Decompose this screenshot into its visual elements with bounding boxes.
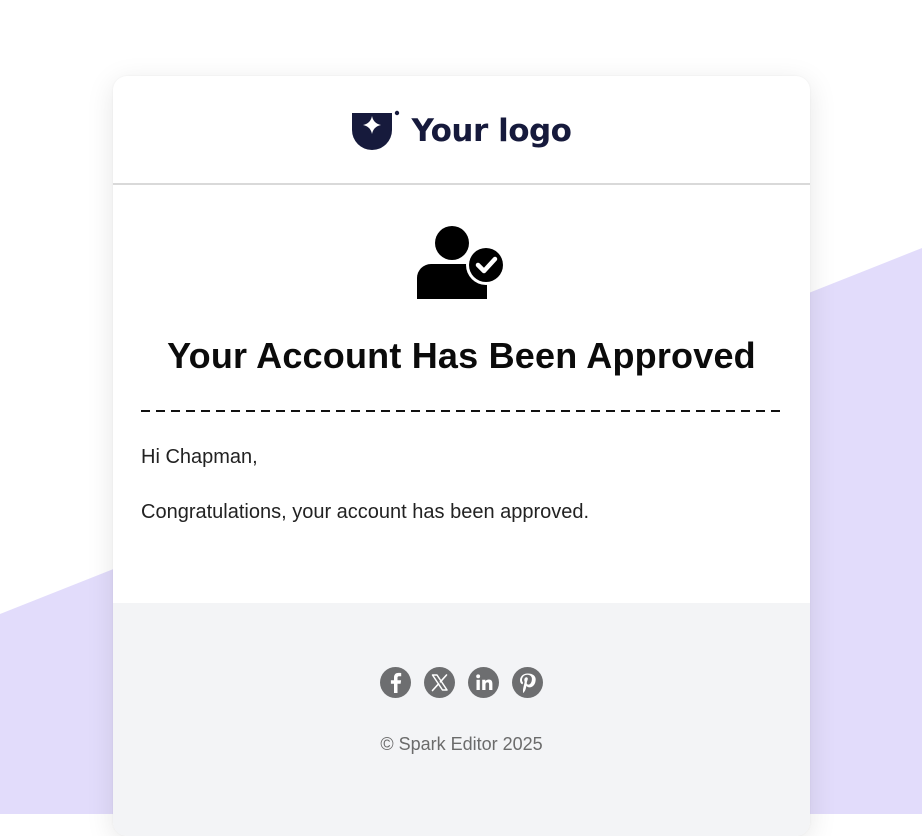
social-links	[113, 667, 810, 698]
message-text: Congratulations, your account has been a…	[141, 501, 590, 523]
pinterest-icon[interactable]	[512, 667, 543, 698]
email-body: Your Account Has Been Approved Hi Chapma…	[113, 185, 810, 603]
email-header: Your logo	[113, 76, 810, 185]
logo-text: Your logo	[411, 112, 572, 149]
dashed-divider	[141, 410, 781, 412]
copyright-text: © Spark Editor 2025	[380, 734, 543, 754]
page-title: Your Account Has Been Approved	[167, 335, 756, 376]
user-check-icon	[417, 226, 505, 299]
shield-star-icon	[351, 109, 399, 150]
logo[interactable]: Your logo	[351, 109, 572, 152]
email-footer: © Spark Editor 2025	[113, 603, 810, 836]
facebook-icon[interactable]	[380, 667, 411, 698]
x-icon[interactable]	[424, 667, 455, 698]
linkedin-icon[interactable]	[468, 667, 499, 698]
greeting-text: Hi Chapman,	[141, 446, 258, 468]
email-card: Your logo Your Account Has Been Approved…	[113, 76, 810, 836]
